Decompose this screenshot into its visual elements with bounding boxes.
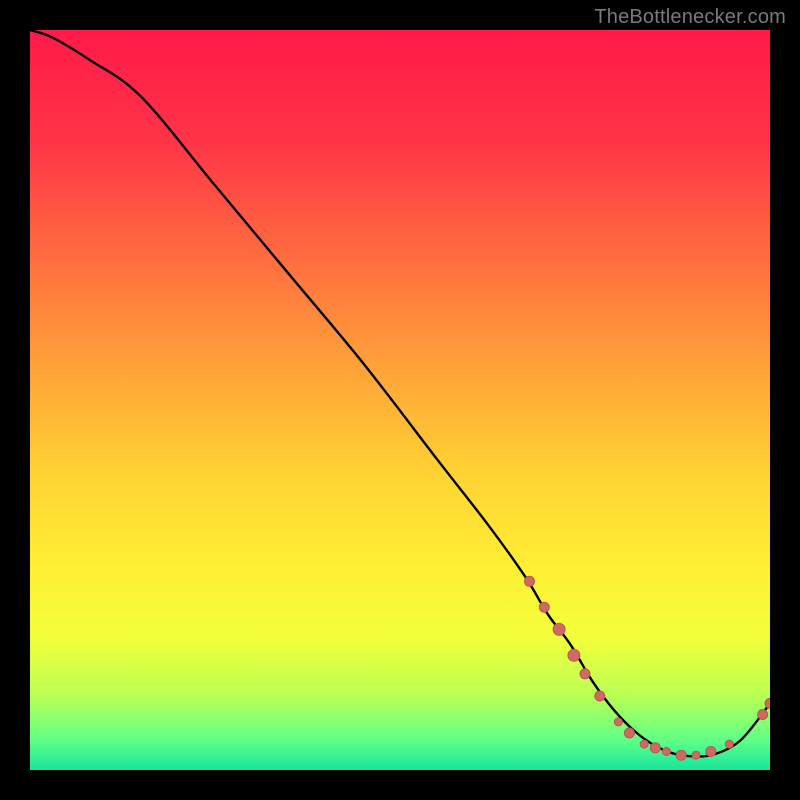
data-marker	[662, 748, 670, 756]
watermark-text: TheBottlenecker.com	[594, 6, 786, 29]
data-marker	[692, 751, 700, 759]
data-marker	[676, 750, 686, 760]
data-marker	[725, 740, 733, 748]
chart-stage: TheBottlenecker.com	[0, 0, 800, 800]
data-marker	[525, 576, 535, 586]
data-marker	[553, 623, 565, 635]
data-marker	[758, 710, 768, 720]
plot-frame	[30, 30, 770, 770]
data-marker	[650, 743, 660, 753]
data-marker	[706, 747, 716, 757]
data-marker	[640, 740, 648, 748]
data-marker	[595, 691, 605, 701]
heat-background	[30, 30, 770, 770]
data-marker	[580, 669, 590, 679]
bottleneck-chart	[30, 30, 770, 770]
data-marker	[614, 718, 622, 726]
data-marker	[539, 602, 549, 612]
data-marker	[568, 649, 580, 661]
data-marker	[624, 728, 634, 738]
